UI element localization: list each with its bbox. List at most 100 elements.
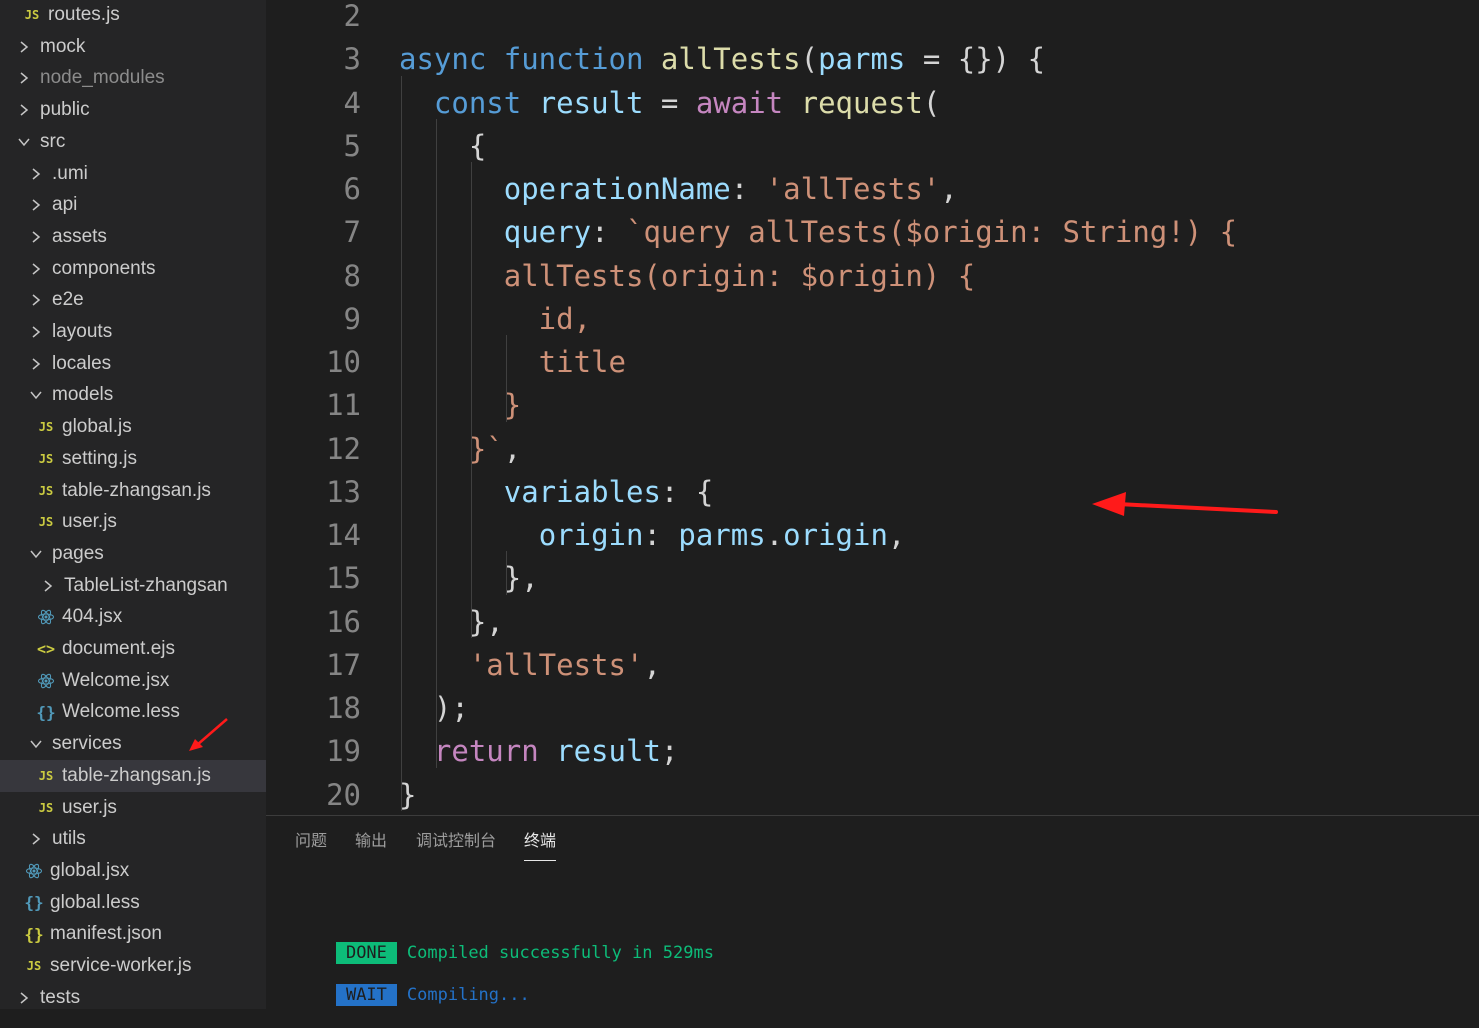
explorer-item[interactable]: tests xyxy=(0,982,266,1009)
explorer-item[interactable]: src xyxy=(0,126,266,158)
explorer-item[interactable]: TableList-zhangsan xyxy=(0,570,266,602)
explorer-item[interactable]: Welcome.jsx xyxy=(0,665,266,697)
tab-problems[interactable]: 问题 xyxy=(295,832,327,860)
explorer-item-label: components xyxy=(52,257,156,279)
code-text: }, xyxy=(399,557,539,600)
code-line[interactable]: 9 id, xyxy=(266,298,1479,341)
code-line[interactable]: 6 operationName: 'allTests', xyxy=(266,168,1479,211)
explorer-item-label: service-worker.js xyxy=(50,955,192,976)
code-line[interactable]: 20} xyxy=(266,774,1479,816)
react-file-icon xyxy=(24,862,44,880)
code-line[interactable]: 10 title xyxy=(266,341,1479,384)
code-editor[interactable]: 2 3 async function allTests(parms = {}) {4… xyxy=(266,0,1479,815)
explorer-item[interactable]: .umi xyxy=(0,158,266,190)
code-token: allTests xyxy=(660,42,801,77)
explorer-item[interactable]: {} manifest.json xyxy=(0,918,266,950)
code-line[interactable]: 12 }`, xyxy=(266,428,1479,471)
explorer-item[interactable]: JS table-zhangsan.js xyxy=(0,759,266,792)
code-token: const xyxy=(433,85,539,120)
explorer-item[interactable]: public xyxy=(0,94,266,126)
explorer-item[interactable]: locales xyxy=(0,348,266,380)
chevron-right-icon xyxy=(26,829,46,849)
explorer-item-label: .umi xyxy=(52,162,88,184)
code-line[interactable]: 15 }, xyxy=(266,557,1479,600)
explorer-item-label: src xyxy=(40,130,66,152)
chevron-down-icon xyxy=(14,132,34,152)
explorer-item[interactable]: 404.jsx xyxy=(0,601,266,633)
code-line[interactable]: 8 allTests(origin: $origin) { xyxy=(266,255,1479,298)
explorer-item[interactable]: layouts xyxy=(0,316,266,348)
tab-debug-console[interactable]: 调试控制台 xyxy=(416,832,496,860)
explorer-item[interactable]: JS global.js xyxy=(0,411,266,443)
explorer-item[interactable]: {} global.less xyxy=(0,887,266,919)
code-line[interactable]: 18 ); xyxy=(266,687,1479,730)
explorer-item-label: pages xyxy=(52,542,104,564)
code-token: = {}) { xyxy=(905,42,1046,77)
explorer-item-label: 404.jsx xyxy=(62,606,123,628)
code-token: request xyxy=(800,85,923,120)
explorer-item[interactable]: components xyxy=(0,253,266,285)
code-line[interactable]: 17 'allTests', xyxy=(266,644,1479,687)
code-text: } xyxy=(399,384,521,427)
code-line[interactable]: 4 const result = await request( xyxy=(266,82,1479,125)
explorer-item[interactable]: assets xyxy=(0,221,266,253)
code-line[interactable]: 14 origin: parms.origin, xyxy=(266,514,1479,557)
chevron-right-icon xyxy=(26,354,46,374)
code-line[interactable]: 2 xyxy=(266,0,1479,38)
indent-guide xyxy=(505,335,507,422)
code-text: return result; xyxy=(399,730,678,773)
code-token: ); xyxy=(399,691,469,725)
explorer-item[interactable]: JS user.js xyxy=(0,792,266,824)
explorer-item[interactable]: pages xyxy=(0,538,266,570)
code-line[interactable]: 7 query: `query allTests($origin: String… xyxy=(266,211,1479,254)
code-text: async function allTests(parms = {}) { xyxy=(399,38,1045,81)
react-file-icon xyxy=(36,672,56,690)
code-token: }, xyxy=(399,604,504,639)
explorer-item-label: tests xyxy=(40,986,81,1008)
explorer-item[interactable]: JS setting.js xyxy=(0,443,266,475)
code-line[interactable]: 13 variables: { xyxy=(266,471,1479,514)
code-token: , xyxy=(887,518,906,552)
explorer-item-label: Welcome.less xyxy=(62,701,180,723)
explorer-item-label: utils xyxy=(52,828,86,850)
explorer-item[interactable]: global.jsx xyxy=(0,855,266,887)
code-token: : xyxy=(591,215,626,250)
code-line[interactable]: 19 return result; xyxy=(266,730,1479,773)
explorer-item[interactable]: JS service-worker.js xyxy=(0,950,266,982)
code-token: origin xyxy=(783,518,888,552)
code-line[interactable]: 16 }, xyxy=(266,601,1479,644)
terminal-done-line: DONE Compiled successfully in 529ms xyxy=(295,920,714,964)
explorer-item[interactable]: JS table-zhangsan.js xyxy=(0,475,266,507)
explorer-item[interactable]: models xyxy=(0,379,266,411)
indent-guide xyxy=(505,551,507,595)
explorer-item[interactable]: e2e xyxy=(0,284,266,316)
code-line[interactable]: 11 } xyxy=(266,384,1479,427)
explorer-item[interactable]: mock xyxy=(0,31,266,63)
code-line[interactable]: 3 async function allTests(parms = {}) { xyxy=(266,38,1479,81)
explorer-item[interactable]: utils xyxy=(0,823,266,855)
code-token: result xyxy=(556,734,661,769)
code-line[interactable]: 5 { xyxy=(266,125,1479,168)
explorer-item-label: models xyxy=(52,384,114,406)
code-token: : xyxy=(730,172,766,206)
code-token: . xyxy=(765,518,784,552)
chevron-right-icon xyxy=(14,988,34,1008)
line-number: 20 xyxy=(326,777,361,812)
explorer-item[interactable]: api xyxy=(0,189,266,221)
tab-terminal[interactable]: 终端 xyxy=(524,832,557,861)
explorer-item[interactable]: <> document.ejs xyxy=(0,633,266,665)
code-token: }` xyxy=(399,431,504,466)
line-number: 14 xyxy=(326,518,361,552)
explorer-item-label: public xyxy=(40,99,90,121)
explorer-item[interactable]: JS user.js xyxy=(0,506,266,538)
explorer-item-label: document.ejs xyxy=(62,638,176,659)
tab-output[interactable]: 输出 xyxy=(355,832,387,860)
code-token: result xyxy=(538,85,644,120)
explorer-item[interactable]: JS routes.js xyxy=(0,0,266,31)
line-number: 11 xyxy=(326,388,361,423)
code-token: await xyxy=(695,85,801,120)
code-token: 'allTests' xyxy=(468,647,644,682)
explorer-item[interactable]: node_modules xyxy=(0,62,266,94)
